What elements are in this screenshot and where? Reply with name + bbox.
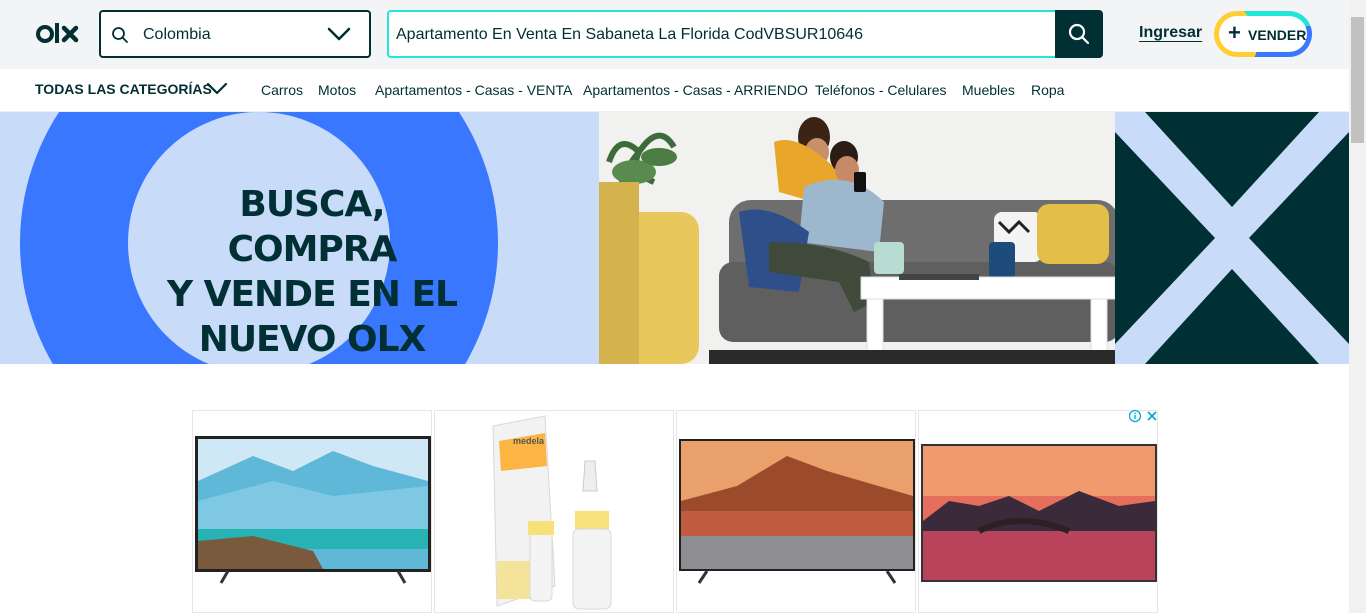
medela-bottle-product-image: medela: [455, 411, 673, 612]
category-link-apartamentos-arriendo[interactable]: Apartamentos - Casas - ARRIENDO: [583, 82, 808, 98]
category-link-motos[interactable]: Motos: [318, 82, 356, 98]
tv-product-image: [195, 436, 431, 584]
ad-card-tv-2[interactable]: [676, 410, 916, 613]
search-button[interactable]: [1055, 10, 1103, 58]
tv-product-image: [921, 444, 1157, 582]
banner-headline-line-2: Y VENDE EN EL: [167, 274, 458, 315]
category-link-muebles[interactable]: Muebles: [962, 82, 1015, 98]
medela-brand-text: medela: [513, 436, 545, 446]
category-link-telefonos[interactable]: Teléfonos - Celulares: [815, 82, 947, 98]
plus-icon: +: [1228, 20, 1241, 45]
category-link-apartamentos-venta[interactable]: Apartamentos - Casas - VENTA: [375, 82, 572, 98]
olx-logo[interactable]: [36, 20, 84, 48]
banner-headline: BUSCA, COMPRA Y VENDE EN EL NUEVO OLX: [162, 182, 462, 362]
ad-card-tv-1[interactable]: [192, 410, 432, 613]
location-value: Colombia: [143, 26, 211, 43]
category-link-ropa[interactable]: Ropa: [1031, 82, 1064, 98]
chevron-down-icon[interactable]: [206, 81, 228, 97]
banner-x-graphic: [1115, 112, 1349, 364]
ad-carousel: medela: [192, 410, 1158, 613]
sell-button-label: VENDER: [1248, 27, 1307, 43]
ad-choices[interactable]: [1128, 409, 1161, 428]
chevron-down-icon[interactable]: [327, 24, 351, 44]
sell-button-inner: + VENDER: [1219, 16, 1307, 52]
info-icon[interactable]: [1128, 409, 1142, 423]
sell-button[interactable]: + VENDER: [1214, 11, 1312, 57]
tv-product-image: [679, 439, 915, 584]
banner-text-panel: BUSCA, COMPRA Y VENDE EN EL NUEVO OLX: [0, 112, 599, 364]
search-icon: [112, 27, 128, 43]
category-bar: TODAS LAS CATEGORÍAS Carros Motos Aparta…: [0, 69, 1349, 112]
category-link-carros[interactable]: Carros: [261, 82, 303, 98]
location-selector[interactable]: Colombia: [99, 10, 371, 58]
search-input[interactable]: Apartamento En Venta En Sabaneta La Flor…: [387, 10, 1055, 58]
login-link[interactable]: Ingresar: [1139, 24, 1202, 42]
scrollbar-thumb[interactable]: [1351, 17, 1364, 143]
promo-banner[interactable]: BUSCA, COMPRA Y VENDE EN EL NUEVO OLX: [0, 112, 1349, 364]
search-query-text: Apartamento En Venta En Sabaneta La Flor…: [396, 26, 863, 43]
banner-headline-line-3: NUEVO OLX: [198, 319, 427, 360]
ad-card-medela[interactable]: medela: [434, 410, 674, 613]
page-scrollbar[interactable]: [1349, 0, 1366, 613]
banner-headline-line-1: BUSCA, COMPRA: [227, 184, 398, 270]
close-icon[interactable]: [1147, 411, 1157, 421]
couple-on-sofa-illustration: [599, 112, 1115, 364]
all-categories-button[interactable]: TODAS LAS CATEGORÍAS: [35, 81, 212, 97]
ad-card-tv-3[interactable]: [918, 410, 1158, 613]
search-icon: [1068, 23, 1090, 45]
banner-photo-couple: [599, 112, 1115, 364]
top-header: Colombia Apartamento En Venta En Sabanet…: [0, 0, 1349, 69]
